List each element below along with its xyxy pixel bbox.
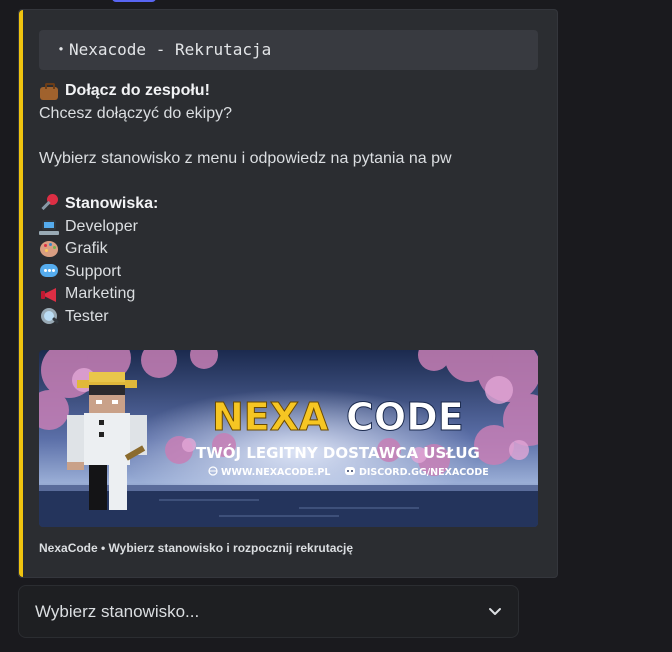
position-label: Support xyxy=(65,262,122,280)
embed-heading: Dołącz do zespołu! xyxy=(65,82,210,99)
banner-subtitle: TWÓJ LEGITNY DOSTAWCA USŁUG xyxy=(196,443,480,462)
instruction-line: Wybierz stanowisko z menu i odpowiedz na… xyxy=(39,148,539,171)
position-item: Developer xyxy=(39,216,539,239)
banner-website: WWW.NEXACODE.PL xyxy=(221,467,330,478)
recruitment-embed: ・Nexacode - Rekrutacja Dołącz do zespołu… xyxy=(18,9,558,578)
position-item: Grafik xyxy=(39,238,539,261)
positions-heading-line: Stanowiska: xyxy=(39,193,539,216)
pushpin-icon xyxy=(39,194,59,214)
position-select-menu[interactable]: Wybierz stanowisko... xyxy=(18,585,519,638)
banner-title-part1: NEXA xyxy=(212,395,329,439)
position-item: Marketing xyxy=(39,283,539,306)
laptop-icon xyxy=(39,217,59,237)
intro-line: Chcesz dołączyć do ekipy? xyxy=(39,103,539,126)
embed-accent-bar xyxy=(19,10,23,577)
palette-icon xyxy=(39,239,59,259)
position-label: Grafik xyxy=(65,240,108,258)
instruction-text: Wybierz stanowisko z menu i odpowiedz na… xyxy=(39,149,452,167)
magnifier-icon xyxy=(39,307,59,327)
banner-title-part2: CODE xyxy=(346,395,464,439)
position-item: Support xyxy=(39,261,539,284)
intro-text: Chcesz dołączyć do ekipy? xyxy=(39,104,232,122)
top-indicator xyxy=(112,0,156,2)
briefcase-icon xyxy=(39,81,59,101)
position-item: Tester xyxy=(39,306,539,329)
speech-bubble-icon xyxy=(39,262,59,282)
position-label: Developer xyxy=(65,217,138,235)
embed-title-code-block: ・Nexacode - Rekrutacja xyxy=(39,30,538,70)
discord-icon xyxy=(345,467,355,475)
megaphone-icon xyxy=(39,285,59,305)
embed-footer: NexaCode • Wybierz stanowisko i rozpoczn… xyxy=(39,541,354,555)
embed-banner-image[interactable]: NEXA CODE TWÓJ LEGITNY DOSTAWCA USŁUG WW… xyxy=(39,350,538,527)
banner-discord: DISCORD.GG/NEXACODE xyxy=(359,467,489,478)
positions-heading: Stanowiska: xyxy=(65,194,159,212)
embed-description: Dołącz do zespołu! Chcesz dołączyć do ek… xyxy=(39,80,539,329)
position-label: Tester xyxy=(65,307,109,325)
chevron-down-icon xyxy=(489,608,501,615)
heading-line: Dołącz do zespołu! xyxy=(39,80,539,103)
position-label: Marketing xyxy=(65,285,136,303)
select-placeholder: Wybierz stanowisko... xyxy=(35,602,200,621)
